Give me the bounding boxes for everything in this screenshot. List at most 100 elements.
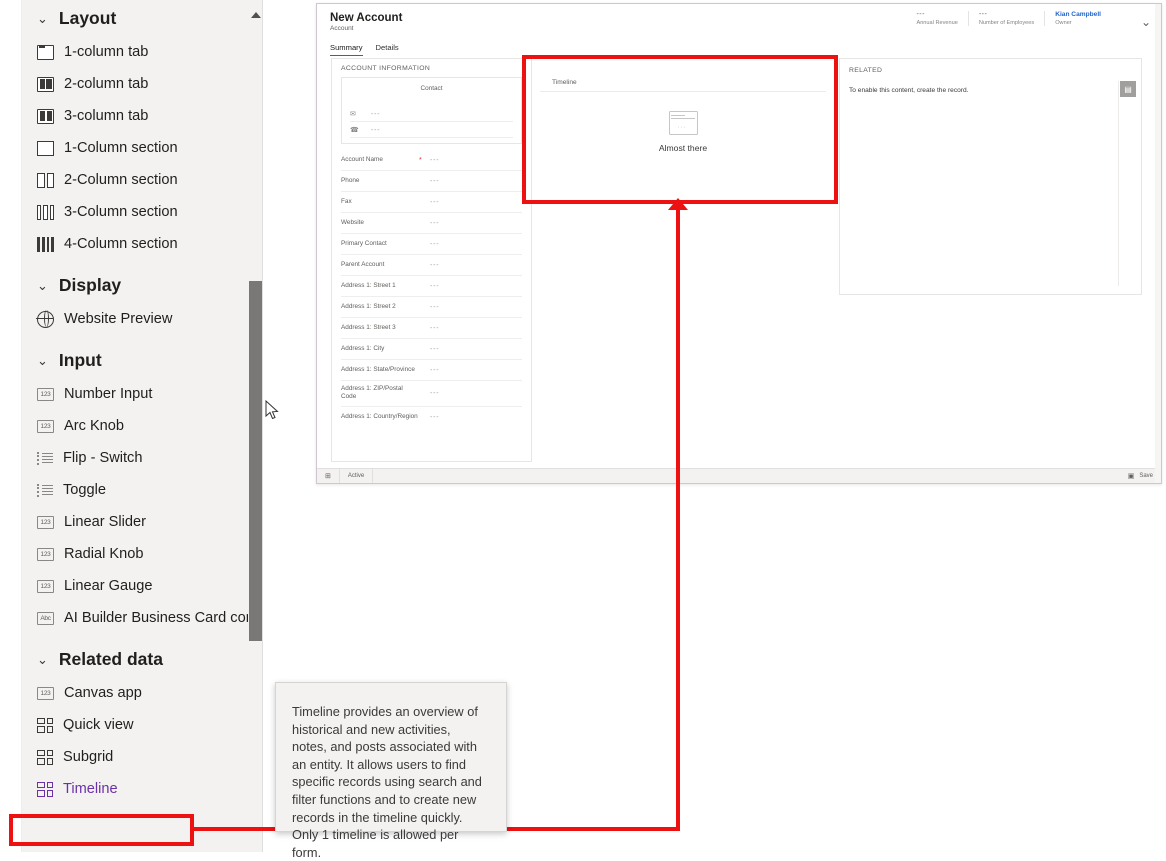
field-value: --- [430, 367, 439, 374]
sidebar-left-edge [0, 0, 22, 852]
contact-email-row[interactable]: ✉ --- [350, 110, 513, 122]
sidebar-item-label: 2-Column section [64, 173, 178, 188]
mouse-cursor-icon [265, 400, 279, 420]
sidebar-item-label: 3-Column section [64, 205, 178, 220]
sidebar-section-title: Display [59, 275, 121, 296]
field-address-1-state-province[interactable]: Address 1: State/Province --- [341, 360, 522, 381]
form-preview-frame: New Account Account --- Annual Revenue -… [316, 3, 1162, 484]
sidebar-item-2-column-section[interactable]: 2-Column section [22, 164, 262, 196]
sidebar-item-linear-gauge[interactable]: 123 Linear Gauge [22, 570, 262, 602]
sidebar-item-label: 2-column tab [64, 77, 148, 92]
sidebar-scrollbar[interactable] [248, 0, 262, 852]
sidebar-item-timeline[interactable]: Timeline [22, 773, 262, 805]
sidebar-item-label: Radial Knob [64, 547, 144, 562]
status-label: Active [348, 473, 364, 479]
section-title: ACCOUNT INFORMATION [332, 59, 531, 77]
field-label: Primary Contact [341, 240, 419, 248]
sidebar-scrollbar-thumb[interactable] [249, 281, 262, 641]
related-panel-divider [1118, 81, 1119, 286]
field-value: --- [430, 346, 439, 353]
sidebar-item-label: Toggle [63, 483, 106, 498]
chevron-down-icon[interactable]: ⌄ [1141, 16, 1151, 28]
field-primary-contact[interactable]: Primary Contact --- [341, 234, 522, 255]
field-value: --- [430, 304, 439, 311]
header-field-number-of-employees[interactable]: --- Number of Employees [968, 11, 1044, 26]
sidebar-item-3-column-tab[interactable]: 3-column tab [22, 100, 262, 132]
timeline-control[interactable]: Timeline ··· Almost there [536, 75, 830, 191]
field-address-1-street-1[interactable]: Address 1: Street 1 --- [341, 276, 522, 297]
field-address-1-city[interactable]: Address 1: City --- [341, 339, 522, 360]
field-address-1-zip-postal-code[interactable]: Address 1: ZIP/Postal Code --- [341, 381, 522, 407]
field-label: Address 1: Street 2 [341, 303, 419, 311]
form-scrollbar[interactable] [1155, 4, 1161, 483]
field-label: Account Name [341, 156, 419, 164]
sidebar-item-label: Canvas app [64, 686, 142, 701]
sidebar-item-radial-knob[interactable]: 123 Radial Knob [22, 538, 262, 570]
sidebar-item-ai-builder-business-card[interactable]: Abc AI Builder Business Card contr... [22, 602, 262, 634]
contact-quick-view-card[interactable]: Contact ✉ --- ☎ --- [341, 77, 522, 144]
record-title: New Account [330, 12, 402, 24]
field-fax[interactable]: Fax --- [341, 192, 522, 213]
sidebar-item-linear-slider[interactable]: 123 Linear Slider [22, 506, 262, 538]
field-address-1-street-2[interactable]: Address 1: Street 2 --- [341, 297, 522, 318]
sidebar-item-canvas-app[interactable]: 123 Canvas app [22, 677, 262, 709]
form-header: New Account Account --- Annual Revenue -… [317, 4, 1161, 46]
sidebar-item-3-column-section[interactable]: 3-Column section [22, 196, 262, 228]
sidebar-item-1-column-tab[interactable]: 1-column tab [22, 36, 262, 68]
field-label: Address 1: Country/Region [341, 413, 419, 421]
sidebar-section-header-related-data[interactable]: ⌄ Related data [22, 641, 262, 677]
contact-phone-value: --- [371, 127, 380, 134]
sidebar-item-1-column-section[interactable]: 1-Column section [22, 132, 262, 164]
header-field-annual-revenue[interactable]: --- Annual Revenue [906, 11, 967, 26]
field-label: Address 1: Street 3 [341, 324, 419, 332]
sidebar-section-title: Input [59, 350, 102, 371]
field-address-1-street-3[interactable]: Address 1: Street 3 --- [341, 318, 522, 339]
email-icon: ✉ [350, 110, 359, 118]
sidebar-section-title: Related data [59, 649, 163, 670]
status-icon-cell[interactable]: ⊞ [317, 469, 340, 483]
sidebar-item-quick-view[interactable]: Quick view [22, 709, 262, 741]
one-column-tab-icon [37, 45, 54, 60]
header-field-owner[interactable]: Kian Campbell Owner [1044, 11, 1111, 26]
sidebar-section-title: Layout [59, 8, 116, 29]
field-parent-account[interactable]: Parent Account --- [341, 255, 522, 276]
globe-icon [37, 311, 54, 328]
header-field-label: Annual Revenue [916, 20, 957, 26]
folder-dots: ··· [678, 124, 687, 131]
sidebar-item-flip-switch[interactable]: Flip - Switch [22, 442, 262, 474]
number-icon: 123 [37, 580, 54, 593]
number-icon: 123 [37, 516, 54, 529]
sidebar-item-subgrid[interactable]: Subgrid [22, 741, 262, 773]
field-phone[interactable]: Phone --- [341, 171, 522, 192]
sidebar-item-arc-knob[interactable]: 123 Arc Knob [22, 410, 262, 442]
sidebar-section-header-input[interactable]: ⌄ Input [22, 342, 262, 378]
sidebar-item-label: Linear Gauge [64, 579, 152, 594]
field-website[interactable]: Website --- [341, 213, 522, 234]
sidebar-item-toggle[interactable]: Toggle [22, 474, 262, 506]
one-column-section-icon [37, 141, 54, 156]
list-icon [37, 484, 53, 497]
save-label: Save [1139, 473, 1153, 479]
sidebar-item-website-preview[interactable]: Website Preview [22, 303, 262, 335]
sidebar-section-header-layout[interactable]: ⌄ Layout [22, 0, 262, 36]
status-badge[interactable]: Active [340, 469, 373, 483]
status-icon: ⊞ [325, 472, 331, 480]
tab-summary[interactable]: Summary [330, 43, 363, 56]
sidebar-item-4-column-section[interactable]: 4-Column section [22, 228, 262, 260]
field-value: --- [430, 262, 439, 269]
contact-phone-row[interactable]: ☎ --- [350, 126, 513, 138]
form-tabs: Summary Details [330, 43, 399, 56]
four-column-section-icon [37, 237, 54, 252]
grid-handle-icon[interactable]: ▤ [1120, 81, 1136, 97]
phone-icon: ☎ [350, 126, 359, 134]
number-icon: 123 [37, 548, 54, 561]
sidebar-item-2-column-tab[interactable]: 2-column tab [22, 68, 262, 100]
tab-details[interactable]: Details [376, 43, 399, 56]
sidebar-item-number-input[interactable]: 123 Number Input [22, 378, 262, 410]
chevron-down-icon: ⌄ [37, 653, 48, 666]
scroll-up-arrow-icon[interactable] [251, 12, 261, 18]
sidebar-section-header-display[interactable]: ⌄ Display [22, 267, 262, 303]
field-account-name[interactable]: Account Name * --- [341, 150, 522, 171]
field-address-1-country-region[interactable]: Address 1: Country/Region --- [341, 407, 522, 428]
grid-icon [37, 750, 53, 765]
